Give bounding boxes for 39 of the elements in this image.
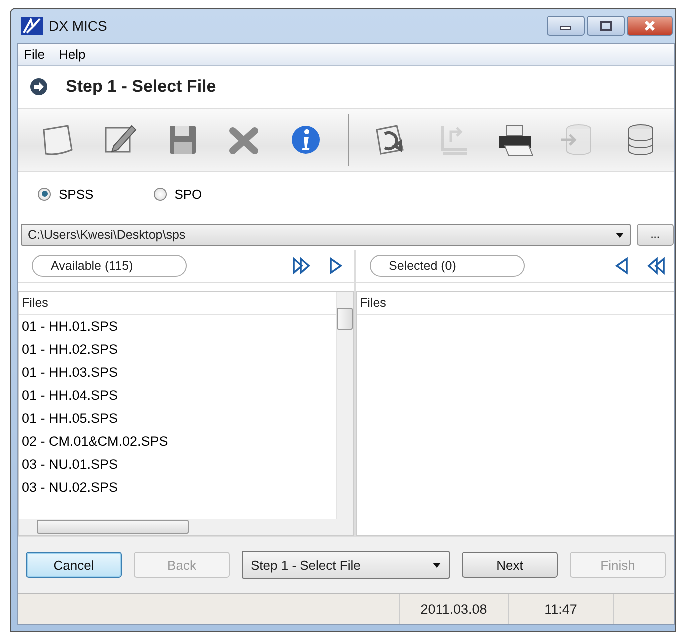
- move-all-left-icon[interactable]: [646, 256, 666, 276]
- step-dropdown[interactable]: Step 1 - Select File: [242, 551, 450, 579]
- file-list-item[interactable]: 01 - HH.01.SPS: [19, 315, 336, 338]
- close-icon: [643, 20, 657, 32]
- step-title: Step 1 - Select File: [66, 77, 216, 97]
- menu-item[interactable]: File: [18, 47, 51, 62]
- caret-icon: [616, 232, 624, 238]
- move-all-right-icon[interactable]: [292, 256, 312, 276]
- browse-button[interactable]: ...: [636, 224, 674, 246]
- caret-icon: [433, 562, 441, 568]
- radio-circle[interactable]: [154, 188, 167, 200]
- file-list-item[interactable]: 03 - NU.01.SPS: [19, 453, 336, 476]
- window-title: DX MICS: [49, 18, 108, 34]
- radio-circle[interactable]: [38, 188, 51, 200]
- file-list-item[interactable]: 01 - HH.05.SPS: [19, 407, 336, 430]
- format-radio[interactable]: SPSS: [38, 186, 94, 202]
- vertical-scrollbar[interactable]: [336, 292, 353, 519]
- file-list-item[interactable]: 03 - NU.02.SPS: [19, 476, 336, 499]
- horizontal-scrollbar[interactable]: [19, 519, 353, 535]
- app-logo-icon: [21, 17, 43, 35]
- cancel-button[interactable]: Cancel: [26, 552, 122, 578]
- file-list-item[interactable]: 01 - HH.03.SPS: [19, 361, 336, 384]
- menu-item[interactable]: Help: [52, 47, 92, 62]
- close-button[interactable]: [627, 16, 673, 36]
- file-list-item[interactable]: 01 - HH.02.SPS: [19, 338, 336, 361]
- selected-count-label: Selected (0): [370, 255, 525, 277]
- file-list-item[interactable]: 02 - CM.01&CM.02.SPS: [19, 430, 336, 453]
- format-radio[interactable]: SPO: [154, 186, 202, 202]
- maximize-button[interactable]: [587, 16, 625, 36]
- next-button[interactable]: Next: [462, 552, 558, 578]
- radio-label: SPO: [174, 186, 202, 202]
- path-dropdown[interactable]: C:\Users\Kwesi\Desktop\sps: [21, 224, 631, 246]
- radio-label: SPSS: [59, 186, 94, 202]
- maximize-icon: [600, 21, 612, 31]
- available-count-label: Available (115): [32, 255, 187, 277]
- status-date: 2011.03.08: [399, 594, 508, 624]
- file-list-item[interactable]: 01 - HH.04.SPS: [19, 384, 336, 407]
- minimize-button[interactable]: [547, 16, 585, 36]
- status-time: 11:47: [508, 594, 613, 624]
